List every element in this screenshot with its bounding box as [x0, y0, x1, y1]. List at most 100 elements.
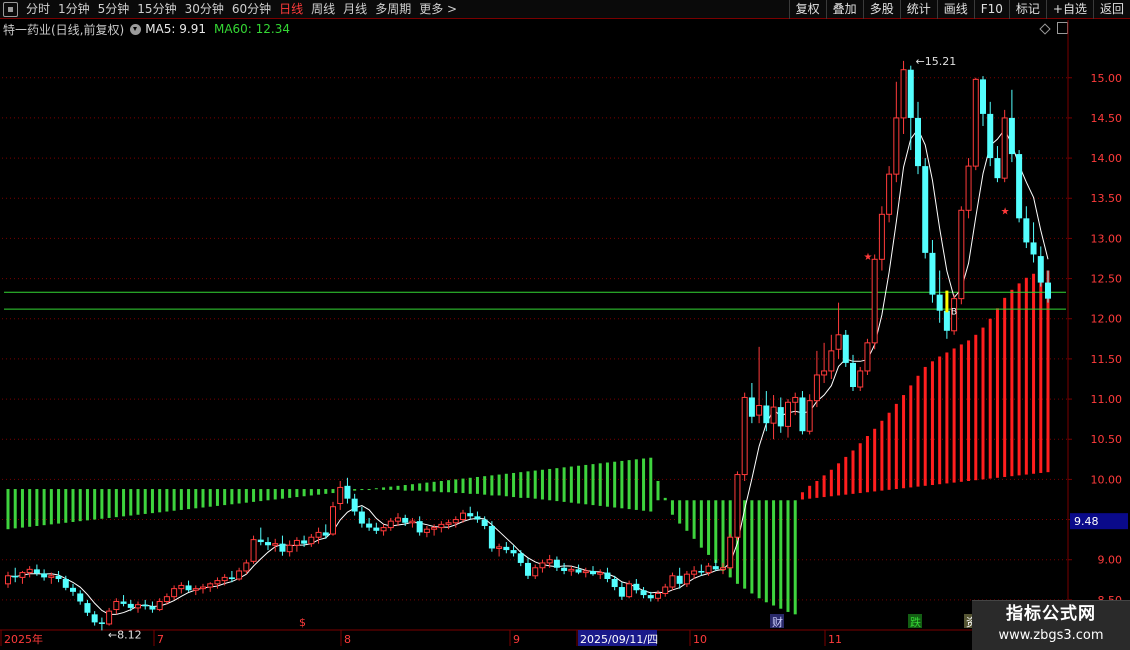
indicator-bar — [779, 500, 783, 609]
low-price-label: ←8.12 — [108, 628, 142, 641]
candle-body — [655, 592, 661, 599]
x-tick-label: 10 — [693, 633, 707, 646]
candle-body — [48, 575, 55, 578]
candle-body — [416, 521, 423, 533]
indicator-bar — [215, 489, 219, 506]
candle-body — [33, 569, 40, 574]
indicator-bar — [454, 479, 458, 494]
candle-body — [1037, 256, 1044, 283]
indicator-bar — [584, 464, 588, 505]
indicator-bar — [1039, 271, 1043, 473]
indicator-bar — [6, 489, 10, 530]
candle-body — [546, 559, 553, 564]
indicator-bar — [504, 473, 508, 497]
candle-body — [1030, 242, 1037, 255]
candle-body — [171, 588, 178, 598]
candle-body — [185, 585, 192, 591]
candle-body — [330, 506, 336, 535]
indicator-bar — [122, 489, 126, 517]
y-tick-label: 10.00 — [1091, 473, 1123, 486]
candle-body — [467, 513, 474, 517]
candle-body — [712, 566, 719, 570]
indicator-bar — [649, 457, 653, 512]
indicator-bar — [71, 489, 75, 522]
indicator-bar — [714, 500, 718, 563]
indicator-bar — [309, 489, 313, 496]
indicator-bar — [548, 468, 552, 501]
candle-body — [633, 583, 640, 591]
candle-body — [503, 546, 510, 551]
y-tick-label: 11.00 — [1091, 393, 1123, 406]
candle-body — [864, 342, 871, 372]
candle-body — [568, 568, 575, 572]
candle-body — [200, 586, 206, 590]
candle-body — [850, 362, 856, 388]
candle-body — [604, 572, 611, 579]
candle-body — [626, 583, 633, 598]
candle-body — [1045, 282, 1051, 299]
indicator-bar — [873, 428, 877, 492]
indicator-bar — [995, 308, 999, 478]
indicator-bar — [678, 500, 682, 524]
indicator-bar — [418, 483, 422, 491]
indicator-bar — [165, 489, 169, 512]
y-tick-label: 14.00 — [1091, 152, 1123, 165]
candle-body — [720, 567, 726, 570]
candle-body — [590, 570, 596, 575]
x-tick-label: 2025/09/11/四 — [580, 633, 658, 646]
candle-body — [539, 562, 546, 569]
indicator-bar — [468, 477, 472, 494]
candle-body — [936, 294, 943, 311]
candle-body — [315, 531, 322, 538]
indicator-bar — [129, 489, 133, 516]
candle-body — [149, 606, 156, 610]
indicator-bar — [78, 489, 82, 522]
indicator-bar — [988, 318, 992, 479]
indicator-bar — [757, 500, 761, 599]
candle-body — [106, 610, 113, 625]
candlestick-chart[interactable]: 15.00 14.50 14.00 13.50 13.00 12.50 12.00 11.50… — [0, 0, 1130, 650]
candle-body — [366, 523, 373, 528]
candle-body — [113, 600, 120, 611]
indicator-bar — [858, 443, 862, 494]
indicator-bar — [93, 489, 97, 520]
candle-body — [647, 595, 654, 599]
indicator-bar — [42, 489, 46, 526]
indicator-bar — [252, 489, 256, 502]
indicator-bar — [909, 385, 913, 488]
candle-body — [26, 568, 33, 574]
event-marker: 跌 — [910, 615, 921, 629]
candle-body — [915, 117, 921, 167]
candle-body — [55, 575, 62, 579]
candle-body — [943, 310, 950, 331]
candle-body — [958, 209, 965, 300]
indicator-bar — [880, 420, 884, 491]
indicator-bar — [35, 489, 39, 526]
indicator-bar — [85, 489, 89, 521]
candle-body — [70, 587, 76, 592]
candle-body — [156, 600, 163, 611]
indicator-bar — [540, 469, 544, 500]
indicator-bar — [273, 489, 277, 500]
candle-body — [676, 575, 683, 584]
candle-body — [821, 370, 828, 376]
candle-body — [272, 543, 279, 546]
indicator-bar — [562, 467, 566, 502]
indicator-bar — [577, 465, 581, 504]
indicator-bar — [410, 484, 414, 491]
indicator-bar — [266, 489, 270, 501]
candle-body — [785, 401, 791, 427]
candle-body — [91, 614, 98, 623]
indicator-bar — [244, 489, 248, 503]
indicator-bar — [815, 481, 819, 498]
candle-body — [236, 570, 243, 580]
indicator-bar — [793, 500, 797, 615]
indicator-bar — [974, 334, 978, 481]
indicator-bar — [822, 475, 826, 498]
indicator-bar — [57, 489, 61, 524]
indicator-bar — [764, 500, 768, 603]
indicator-bar — [851, 450, 855, 494]
candle-body — [886, 173, 893, 215]
indicator-bar — [685, 500, 689, 531]
indicator-bar — [187, 489, 191, 510]
